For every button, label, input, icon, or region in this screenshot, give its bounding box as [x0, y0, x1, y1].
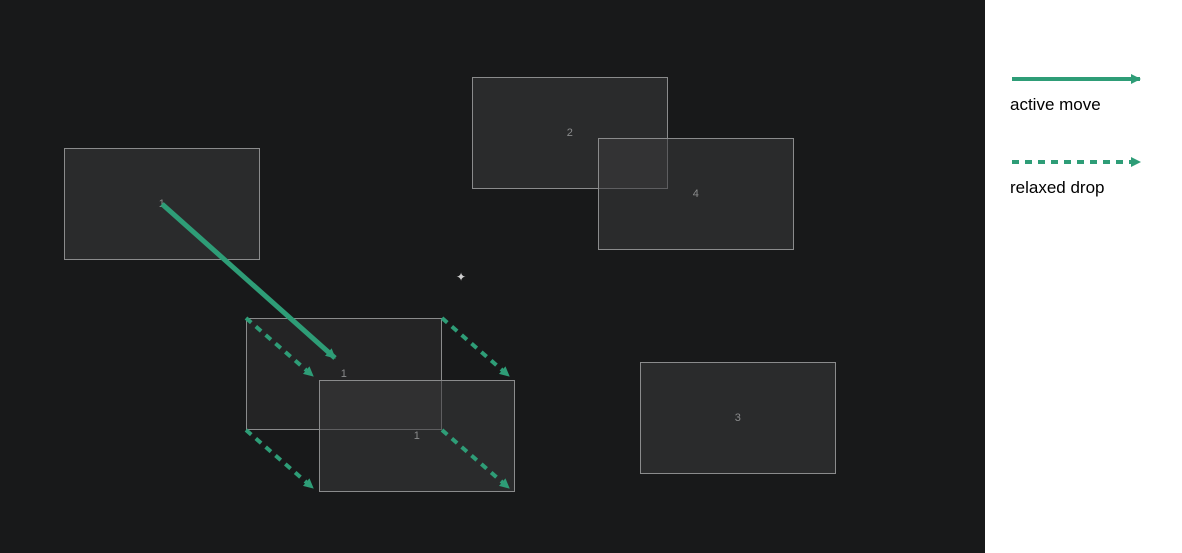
- legend-relaxed-arrow-icon: [1010, 155, 1150, 169]
- box-1-ghost-label: 1: [341, 368, 348, 380]
- legend: active move relaxed drop: [1010, 72, 1170, 238]
- box-4[interactable]: 4: [598, 138, 794, 250]
- arrow-relaxed-tr: [442, 318, 509, 376]
- cursor-icon: ✦: [456, 271, 466, 283]
- box-4-label: 4: [693, 188, 700, 200]
- box-3[interactable]: 3: [640, 362, 836, 474]
- diagram-stage: 2 4 1 1 1 3 ✦: [0, 0, 985, 553]
- box-2-label: 2: [567, 127, 574, 139]
- box-1[interactable]: 1: [64, 148, 260, 260]
- legend-active-arrow-icon: [1010, 72, 1150, 86]
- legend-relaxed: relaxed drop: [1010, 155, 1170, 198]
- box-1-final-label: 1: [414, 430, 421, 442]
- box-1-final[interactable]: 1: [319, 380, 515, 492]
- legend-relaxed-label: relaxed drop: [1010, 178, 1170, 198]
- arrow-relaxed-bl: [246, 430, 313, 488]
- legend-active-label: active move: [1010, 95, 1170, 115]
- legend-active: active move: [1010, 72, 1170, 115]
- box-3-label: 3: [735, 412, 742, 424]
- box-1-label: 1: [159, 198, 166, 210]
